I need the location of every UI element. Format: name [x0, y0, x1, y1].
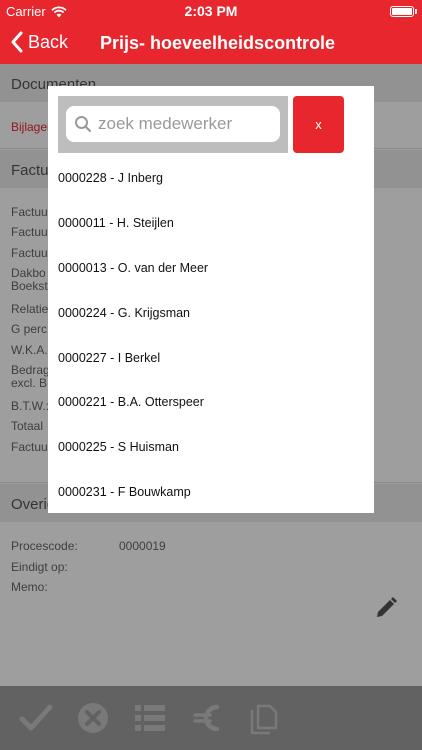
employee-list-item[interactable]: 0000227 - I Berkel — [48, 335, 374, 380]
status-bar: Carrier 2:03 PM — [0, 0, 422, 24]
employee-list-item[interactable]: 0000228 - J Inberg — [48, 156, 374, 201]
back-button[interactable]: Back — [10, 31, 68, 53]
employee-list-item[interactable]: 0000225 - S Huisman — [48, 425, 374, 470]
employee-picker-modal: x 0000228 - J Inberg0000011 - H. Steijle… — [48, 86, 374, 513]
employee-list-item[interactable]: 0000224 - G. Krijgsman — [48, 290, 374, 335]
back-label: Back — [28, 31, 69, 52]
search-icon — [75, 116, 92, 133]
page-title: Prijs- hoeveelheidscontrole — [100, 33, 336, 53]
search-field-container[interactable] — [66, 106, 280, 142]
search-bar — [58, 96, 288, 153]
close-button[interactable]: x — [293, 96, 344, 153]
search-input[interactable] — [98, 114, 278, 134]
chevron-left-icon — [11, 31, 23, 53]
battery-icon — [390, 6, 417, 17]
employee-list-item[interactable]: 0000011 - H. Steijlen — [48, 201, 374, 246]
clock: 2:03 PM — [184, 3, 238, 19]
employee-list: 0000228 - J Inberg 0000011 - H. Steijlen 0… — [48, 156, 374, 514]
navigation-bar: Back Prijs- hoeveelheidscontrole — [0, 24, 422, 64]
employee-list-item[interactable]: 0000013 - O. van der Meer — [48, 246, 374, 291]
employee-list-item[interactable]: 0000221 - B.A. Otterspeer — [48, 380, 374, 425]
employee-list-item[interactable]: 0000231 - F Bouwkamp — [48, 470, 374, 515]
